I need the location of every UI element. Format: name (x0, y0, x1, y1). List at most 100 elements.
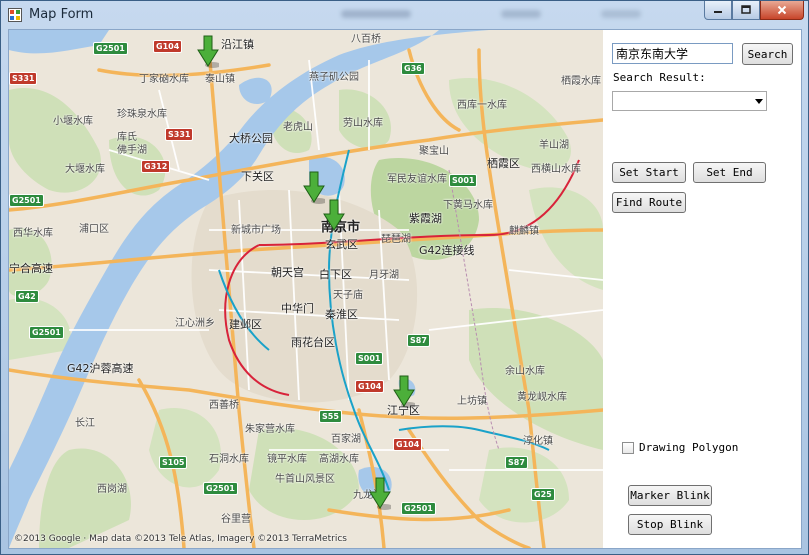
map-label: 栖霞区 (487, 157, 520, 170)
set-end-button[interactable]: Set End (693, 162, 766, 183)
map-copyright: ©2013 Google · Map data ©2013 Tele Atlas… (14, 534, 347, 544)
map-label: 佛手湖 (117, 145, 147, 156)
map-label: 浦口区 (79, 224, 109, 235)
map-label: 珍珠泉水库 (117, 109, 167, 120)
map-label: 黄龙岘水库 (517, 392, 567, 403)
map-label: G42连接线 (419, 244, 475, 257)
map-label: 丁家硇水库 (139, 74, 189, 85)
map-label: 上坊镇 (457, 396, 487, 407)
map-label: 宁合高速 (9, 262, 53, 275)
map-label: 建邺区 (229, 318, 262, 331)
map-label: 小堰水库 (53, 116, 93, 127)
map-label: 大桥公园 (229, 132, 273, 145)
search-button[interactable]: Search (742, 43, 793, 65)
map-label: 牛首山风景区 (275, 474, 335, 485)
map-label: 中华门 (281, 302, 314, 315)
map-label: 雨花台区 (291, 336, 335, 349)
map-label: 沿江镇 (221, 38, 254, 51)
route-shield: S331 (165, 128, 194, 141)
route-shield: G2501 (401, 502, 436, 515)
map-marker-icon[interactable] (303, 170, 325, 204)
park-area (9, 88, 101, 193)
map-label: 镜平水库 (267, 454, 307, 465)
route-shield: S331 (9, 72, 38, 85)
map-label: 秦淮区 (325, 308, 358, 321)
blurred-title-text (341, 10, 411, 18)
map-marker-icon[interactable] (323, 198, 345, 232)
route-shield: G2501 (203, 482, 238, 495)
minimize-icon (714, 11, 722, 13)
map-label: 玄武区 (325, 238, 358, 251)
route-shield: G36 (401, 62, 425, 75)
route-shield: G2501 (9, 194, 44, 207)
title-bar[interactable]: Map Form (1, 1, 808, 29)
map-marker-icon[interactable] (393, 374, 415, 408)
minimize-button[interactable] (704, 1, 732, 20)
route-shield: S55 (319, 410, 342, 423)
maximize-icon (741, 5, 751, 14)
map-label: 麒麟镇 (509, 226, 539, 237)
blurred-title-text (501, 10, 541, 18)
search-input[interactable] (612, 43, 733, 64)
map-label: 西华水库 (13, 228, 53, 239)
map-view[interactable]: 沿江镇 八百桥 丁家硇水库 泰山镇 燕子矶公园 栖霞水库 小堰水库 珍珠泉水库 … (9, 30, 603, 548)
stop-blink-button[interactable]: Stop Blink (628, 514, 712, 535)
route-shield: S87 (407, 334, 430, 347)
park-area (469, 308, 603, 450)
map-label: 大堰水库 (65, 164, 105, 175)
route-shield: S001 (449, 174, 478, 187)
set-start-button[interactable]: Set Start (612, 162, 686, 183)
route-shield: S105 (159, 456, 188, 469)
drawing-polygon-label: Drawing Polygon (639, 441, 739, 454)
map-label: 淳化镇 (523, 436, 553, 447)
client-area: 沿江镇 八百桥 丁家硇水库 泰山镇 燕子矶公园 栖霞水库 小堰水库 珍珠泉水库 … (8, 29, 802, 549)
map-label: 西横山水库 (531, 164, 581, 175)
map-label: 天子庙 (333, 290, 363, 301)
control-panel: Search Search Result: Set Start Set End … (603, 30, 801, 548)
route-shield: G42 (15, 290, 39, 303)
search-result-select[interactable] (612, 91, 767, 111)
map-label: 军民友谊水库 (387, 174, 447, 185)
marker-blink-button[interactable]: Marker Blink (628, 485, 712, 506)
map-label: 江心洲乡 (175, 318, 215, 329)
map-label: 八百桥 (351, 34, 381, 45)
search-result-label: Search Result: (613, 71, 706, 84)
map-marker-icon[interactable] (369, 476, 391, 510)
route-shield: G25 (531, 488, 555, 501)
drawing-polygon-checkbox[interactable] (622, 442, 634, 454)
find-route-button[interactable]: Find Route (612, 192, 686, 213)
maximize-button[interactable] (732, 1, 760, 20)
map-label: 劳山水库 (343, 118, 383, 129)
map-label: 余山水库 (505, 366, 545, 377)
map-label: 琵琶湖 (381, 234, 411, 245)
map-label: 紫霞湖 (409, 212, 442, 225)
map-label: 羊山湖 (539, 140, 569, 151)
map-label: 高湖水库 (319, 454, 359, 465)
route-shield: G2501 (93, 42, 128, 55)
map-label: 西库一水库 (457, 100, 507, 111)
route-shield: G104 (393, 438, 423, 451)
map-marker-icon[interactable] (197, 34, 219, 68)
chevron-down-icon (755, 99, 763, 104)
route-shield: G312 (141, 160, 171, 173)
map-label: 燕子矶公园 (309, 72, 359, 83)
map-label: 谷里营 (221, 514, 251, 525)
map-label: 百家湖 (331, 434, 361, 445)
close-button[interactable] (760, 1, 804, 20)
map-label: 泰山镇 (205, 74, 235, 85)
app-icon (8, 8, 22, 22)
route-shield: G104 (153, 40, 183, 53)
map-label: 白下区 (319, 268, 352, 281)
park-area (529, 187, 603, 290)
route-shield: S87 (505, 456, 528, 469)
map-label: 石洞水库 (209, 454, 249, 465)
window-title: Map Form (29, 7, 94, 22)
map-label: G42沪蓉高速 (67, 362, 134, 375)
river-island (239, 77, 272, 105)
map-label: 朝天宫 (271, 266, 304, 279)
map-label: 月牙湖 (369, 270, 399, 281)
map-label: 西岗湖 (97, 484, 127, 495)
map-label: 下黄马水库 (443, 200, 493, 211)
route-shield: S001 (355, 352, 384, 365)
route-shield: G104 (355, 380, 385, 393)
